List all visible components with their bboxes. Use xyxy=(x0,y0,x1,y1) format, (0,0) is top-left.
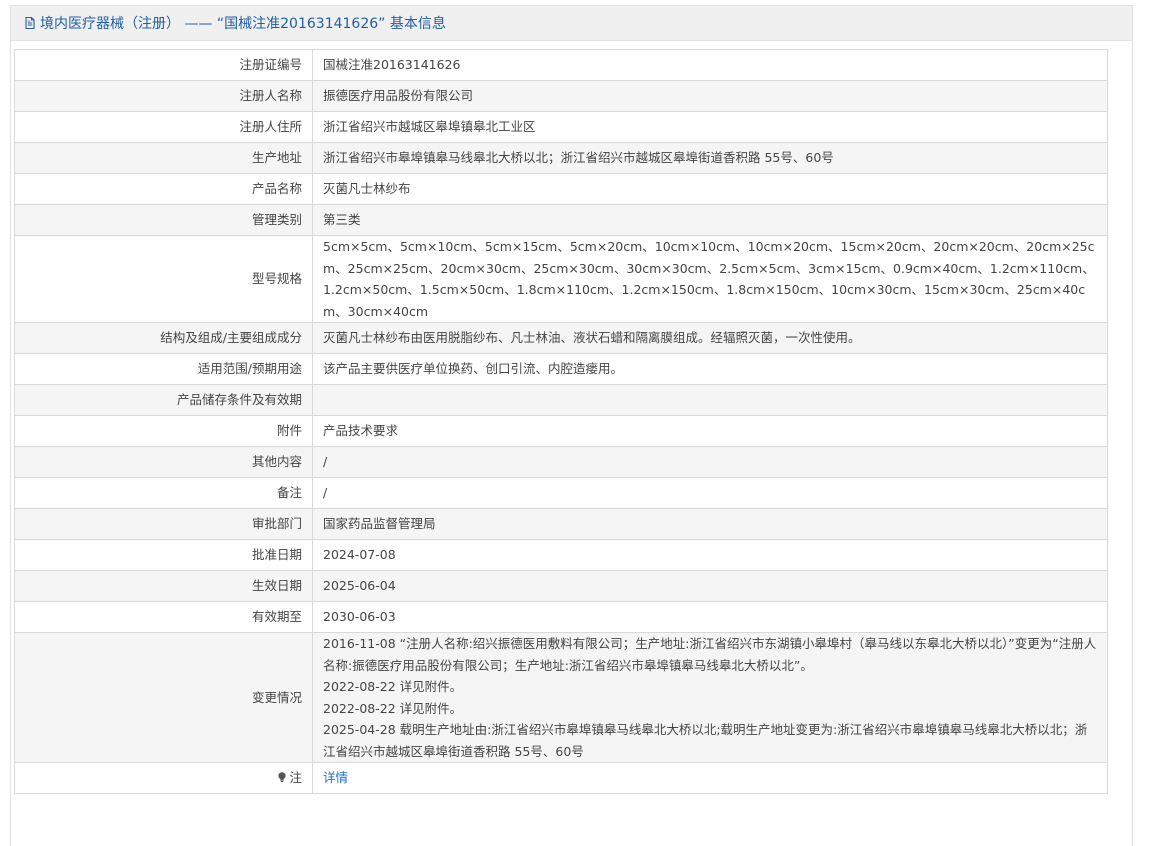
row-label: 产品储存条件及有效期 xyxy=(14,384,313,416)
row-label: 结构及组成/主要组成成分 xyxy=(14,322,313,354)
change-history: 2016-11-08 “注册人名称:绍兴振德医用敷料有限公司；生产地址:浙江省绍… xyxy=(312,632,1108,763)
row-value: 产品技术要求 xyxy=(312,415,1108,447)
row-label: 附件 xyxy=(14,415,313,447)
table-row: 注 详情 xyxy=(14,762,1108,794)
table-row: 其他内容 / xyxy=(14,446,1108,478)
table-row: 注册人住所 浙江省绍兴市越城区皋埠镇皋北工业区 xyxy=(14,111,1108,143)
note-label-cell: 注 xyxy=(14,762,313,794)
row-value: 国械注准20163141626 xyxy=(312,49,1108,81)
row-label: 注册人名称 xyxy=(14,80,313,112)
change-entry: 2016-11-08 “注册人名称:绍兴振德医用敷料有限公司；生产地址:浙江省绍… xyxy=(323,636,1097,673)
document-icon xyxy=(23,16,37,30)
row-label: 生产地址 xyxy=(14,142,313,174)
table-row: 结构及组成/主要组成成分 灭菌凡士林纱布由医用脱脂纱布、凡士林油、液状石蜡和隔离… xyxy=(14,322,1108,354)
table-row: 适用范围/预期用途 该产品主要供医疗单位换药、创口引流、内腔造瘘用。 xyxy=(14,353,1108,385)
row-value: 灭菌凡士林纱布 xyxy=(312,173,1108,205)
table-row: 型号规格 5cm×5cm、5cm×10cm、5cm×15cm、5cm×20cm、… xyxy=(14,235,1108,323)
table-row: 注册人名称 振德医疗用品股份有限公司 xyxy=(14,80,1108,112)
table-row: 生产地址 浙江省绍兴市皋埠镇皋马线皋北大桥以北；浙江省绍兴市越城区皋埠街道香积路… xyxy=(14,142,1108,174)
change-entry: 2022-08-22 详见附件。 xyxy=(323,700,463,716)
panel-header: 境内医疗器械（注册） —— “国械注准20163141626” 基本信息 xyxy=(11,6,1132,41)
row-value: / xyxy=(312,446,1108,478)
table-row: 备注 / xyxy=(14,477,1108,509)
row-label: 审批部门 xyxy=(14,508,313,540)
details-link[interactable]: 详情 xyxy=(323,770,348,785)
row-value: 浙江省绍兴市皋埠镇皋马线皋北大桥以北；浙江省绍兴市越城区皋埠街道香积路 55号、… xyxy=(312,142,1108,174)
table-row: 有效期至 2030-06-03 xyxy=(14,601,1108,633)
row-value: 第三类 xyxy=(312,204,1108,236)
row-value: 灭菌凡士林纱布由医用脱脂纱布、凡士林油、液状石蜡和隔离膜组成。经辐照灭菌，一次性… xyxy=(312,322,1108,354)
table-row: 附件 产品技术要求 xyxy=(14,415,1108,447)
table-row: 批准日期 2024-07-08 xyxy=(14,539,1108,571)
table-row: 产品储存条件及有效期 xyxy=(14,384,1108,416)
row-label: 产品名称 xyxy=(14,173,313,205)
lightbulb-icon xyxy=(276,768,288,783)
row-label: 注册人住所 xyxy=(14,111,313,143)
row-label: 有效期至 xyxy=(14,601,313,633)
row-label: 变更情况 xyxy=(14,632,313,763)
table-row: 审批部门 国家药品监督管理局 xyxy=(14,508,1108,540)
row-value: 2025-06-04 xyxy=(312,570,1108,602)
row-label: 型号规格 xyxy=(14,235,313,323)
row-label: 注册证编号 xyxy=(14,49,313,81)
row-value: 国家药品监督管理局 xyxy=(312,508,1108,540)
table-row: 生效日期 2025-06-04 xyxy=(14,570,1108,602)
page-title: 境内医疗器械（注册） —— “国械注准20163141626” 基本信息 xyxy=(40,16,446,32)
row-label: 管理类别 xyxy=(14,204,313,236)
row-value: 5cm×5cm、5cm×10cm、5cm×15cm、5cm×20cm、10cm×… xyxy=(312,235,1108,323)
note-value: 详情 xyxy=(312,762,1108,794)
row-value: 浙江省绍兴市越城区皋埠镇皋北工业区 xyxy=(312,111,1108,143)
row-value: 该产品主要供医疗单位换药、创口引流、内腔造瘘用。 xyxy=(312,353,1108,385)
row-value xyxy=(312,384,1108,416)
table-row: 管理类别 第三类 xyxy=(14,204,1108,236)
row-label: 其他内容 xyxy=(14,446,313,478)
info-table: 注册证编号 国械注准20163141626 注册人名称 振德医疗用品股份有限公司… xyxy=(14,49,1108,794)
row-label: 生效日期 xyxy=(14,570,313,602)
row-value: 2024-07-08 xyxy=(312,539,1108,571)
row-value: 2030-06-03 xyxy=(312,601,1108,633)
table-row: 变更情况 2016-11-08 “注册人名称:绍兴振德医用敷料有限公司；生产地址… xyxy=(14,632,1108,763)
note-label: 注 xyxy=(289,770,302,786)
change-entry: 2025-04-28 载明生产地址由:浙江省绍兴市皋埠镇皋马线皋北大桥以北;载明… xyxy=(323,722,1088,759)
row-value: 振德医疗用品股份有限公司 xyxy=(312,80,1108,112)
row-label: 备注 xyxy=(14,477,313,509)
table-row: 产品名称 灭菌凡士林纱布 xyxy=(14,173,1108,205)
row-value: / xyxy=(312,477,1108,509)
row-label: 适用范围/预期用途 xyxy=(14,353,313,385)
row-label: 批准日期 xyxy=(14,539,313,571)
change-entry: 2022-08-22 详见附件。 xyxy=(323,679,463,694)
table-row: 注册证编号 国械注准20163141626 xyxy=(14,49,1108,81)
